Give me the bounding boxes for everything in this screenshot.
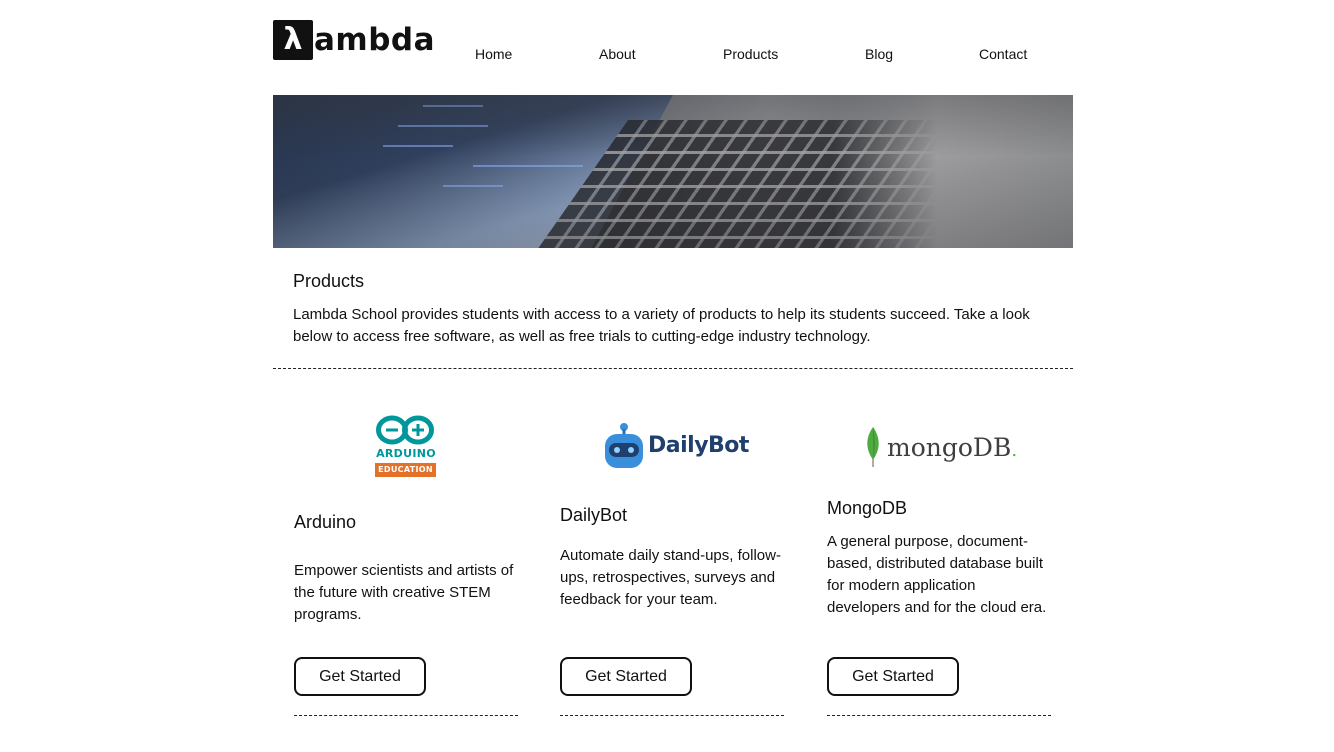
products-intro: Products Lambda School provides students… <box>273 248 1073 368</box>
section-divider <box>273 368 1073 369</box>
site-header: λ ambda Home About Products Blog Contact <box>273 0 1073 95</box>
page: λ ambda Home About Products Blog Contact… <box>273 0 1073 716</box>
arduino-logo-text: ARDUINO <box>376 447 436 460</box>
get-started-button[interactable]: Get Started <box>560 657 692 696</box>
mongodb-logo-dot: . <box>1011 440 1018 461</box>
mongodb-wordmark: mongoDB <box>887 433 1012 462</box>
mongodb-logo-text: mongoDB. <box>887 431 1017 468</box>
nav-contact[interactable]: Contact <box>979 45 1027 63</box>
dailybot-robot-icon <box>605 423 643 468</box>
section-description: Lambda School provides students with acc… <box>293 306 1030 345</box>
hero-laptop-image <box>273 95 1073 248</box>
product-cards: ARDUINO EDUCATION Arduino Empower scient… <box>273 370 1073 752</box>
card-divider <box>827 715 1051 716</box>
section-title: Products <box>293 271 365 291</box>
card-divider <box>560 715 784 716</box>
product-description: Empower scientists and artists of the fu… <box>294 562 514 623</box>
dailybot-logo-text: DailyBot <box>648 433 749 458</box>
product-title: MongoDB <box>827 498 908 518</box>
arduino-logo: ARDUINO EDUCATION <box>374 414 438 478</box>
arduino-education-badge: EDUCATION <box>375 463 436 477</box>
product-title: Arduino <box>294 512 357 532</box>
nav-products[interactable]: Products <box>723 45 778 63</box>
hero-shade <box>273 95 1073 248</box>
get-started-button[interactable]: Get Started <box>827 657 959 696</box>
nav-blog[interactable]: Blog <box>865 45 893 63</box>
mongodb-leaf-icon <box>867 427 879 467</box>
nav-home[interactable]: Home <box>475 45 512 63</box>
product-description: Automate daily stand-ups, follow-ups, re… <box>560 547 781 608</box>
main-nav: Home About Products Blog Contact <box>273 45 1073 63</box>
card-divider <box>294 715 518 716</box>
dailybot-logo: DailyBot <box>603 422 749 472</box>
nav-about[interactable]: About <box>599 45 636 63</box>
mongodb-logo: mongoDB. <box>863 426 1023 468</box>
product-description: A general purpose, document-based, distr… <box>827 533 1047 616</box>
product-title: DailyBot <box>560 505 628 525</box>
get-started-button[interactable]: Get Started <box>294 657 426 696</box>
